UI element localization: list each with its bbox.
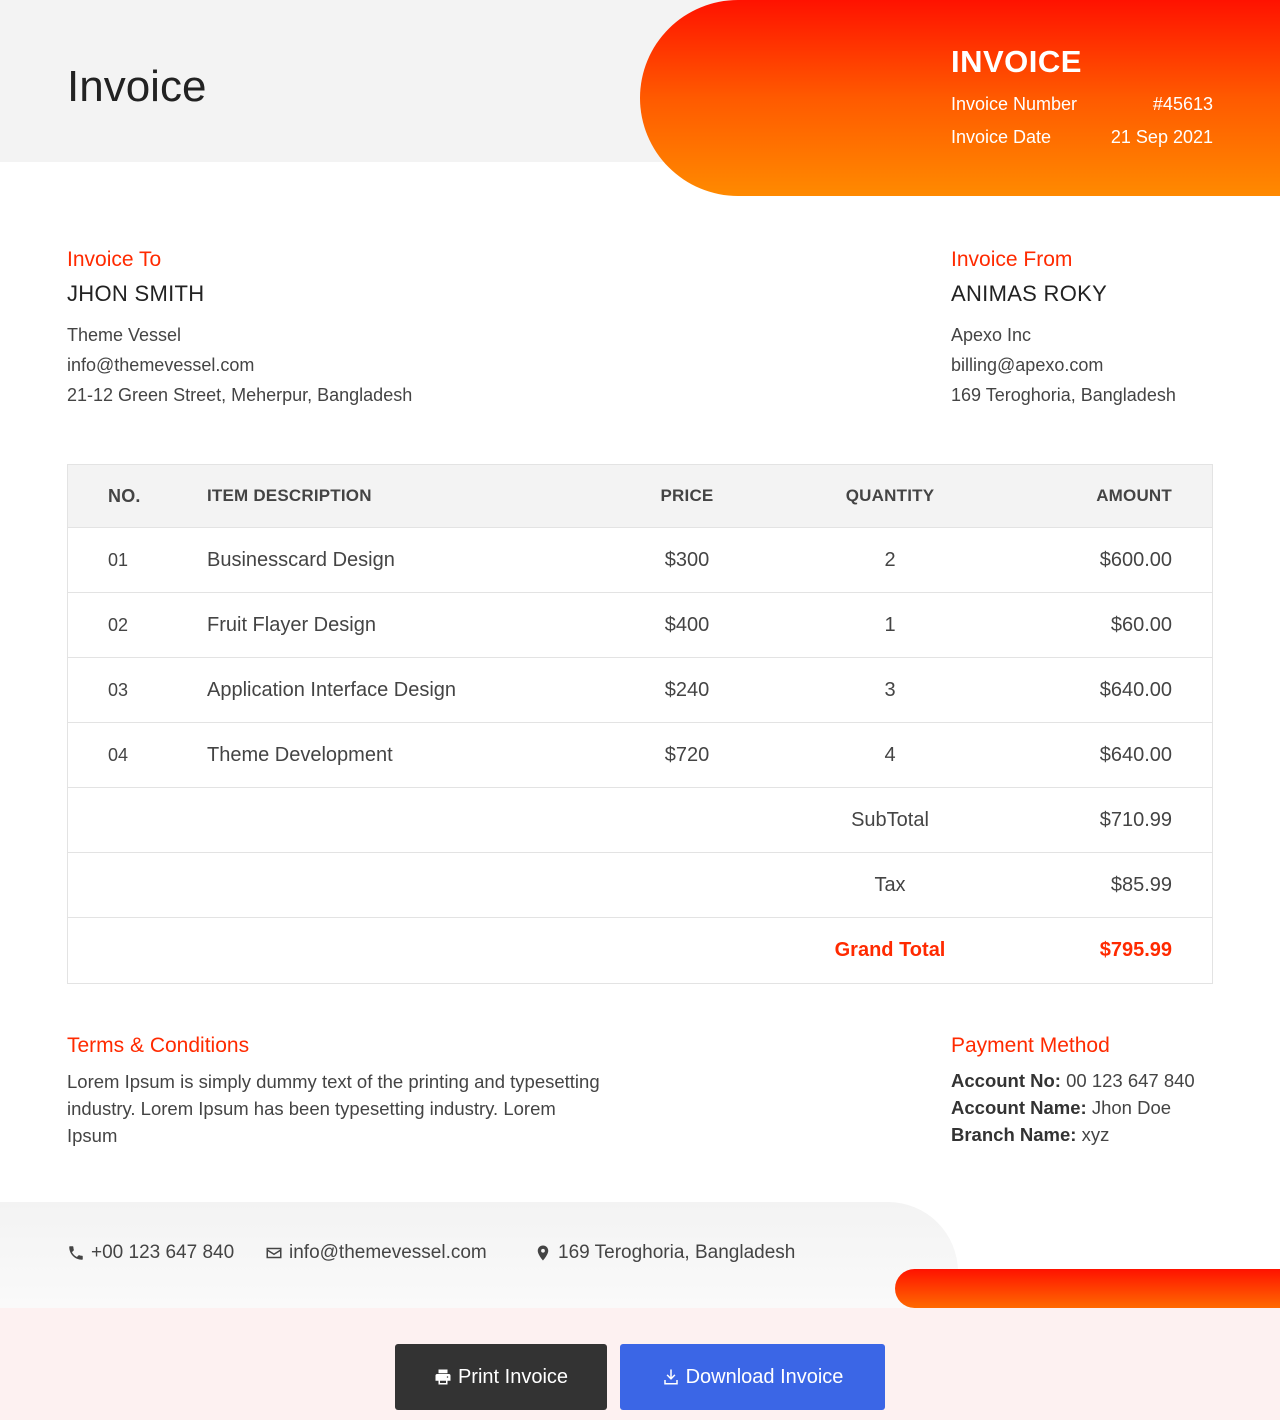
header-no: NO. (108, 485, 141, 506)
invoice-heading: INVOICE (951, 44, 1082, 79)
invoice-date-row: Invoice Date 21 Sep 2021 (951, 127, 1213, 148)
printer-icon (435, 1369, 451, 1385)
terms-text: Lorem Ipsum is simply dummy text of the … (67, 1071, 600, 1146)
account-no-label: Account No: (951, 1070, 1061, 1091)
header-description: ITEM DESCRIPTION (207, 486, 372, 505)
grand-total-value: $795.99 (1099, 939, 1172, 961)
row-amount: $640.00 (1099, 678, 1172, 701)
footer-email: info@themevessel.com (265, 1242, 487, 1264)
header-quantity: QUANTITY (845, 486, 935, 505)
phone-icon (69, 1246, 83, 1260)
header-price: PRICE (660, 486, 714, 505)
invoice-items-table: NO. ITEM DESCRIPTION PRICE QUANTITY AMOU… (67, 464, 1213, 984)
invoice-from-name: ANIMAS ROKY (951, 281, 1108, 306)
table-row: 01 Businesscard Design $300 2 $600.00 (68, 528, 1212, 593)
row-description: Businesscard Design (207, 548, 395, 571)
invoice-to-label: Invoice To (67, 248, 162, 271)
account-name-value: Jhon Doe (1086, 1097, 1172, 1118)
invoice-date-label: Invoice Date (951, 127, 1052, 147)
invoice-from-email: billing@apexo.com (951, 355, 1104, 375)
row-no: 03 (108, 679, 129, 700)
row-no: 01 (108, 549, 129, 570)
invoice-to-name: JHON SMITH (67, 281, 205, 306)
row-amount: $640.00 (1099, 743, 1172, 766)
row-description: Application Interface Design (207, 678, 457, 701)
subtotal-row: SubTotal $710.99 (68, 788, 1212, 853)
footer-phone: +00 123 647 840 (67, 1242, 234, 1264)
branch-name: Branch Name: xyz (951, 1124, 1109, 1146)
subtotal-value: $710.99 (1099, 808, 1172, 831)
row-quantity: 3 (884, 678, 896, 701)
grand-total-row: Grand Total $795.99 (68, 918, 1212, 983)
invoice-from-company: Apexo Inc (951, 325, 1032, 345)
print-invoice-button[interactable]: Print Invoice (395, 1344, 607, 1410)
print-invoice-label: Print Invoice (457, 1365, 569, 1388)
row-no: 04 (108, 744, 129, 765)
invoice-number-row: Invoice Number #45613 (951, 94, 1213, 115)
invoice-number-label: Invoice Number (951, 94, 1078, 114)
envelope-icon (266, 1247, 282, 1259)
download-invoice-label: Download Invoice (685, 1365, 844, 1388)
row-amount: $60.00 (1110, 613, 1172, 636)
header-amount: AMOUNT (1096, 486, 1172, 505)
invoice-from-address: 169 Teroghoria, Bangladesh (951, 385, 1176, 405)
footer-email-text: info@themevessel.com (289, 1242, 487, 1263)
table-row: 02 Fruit Flayer Design $400 1 $60.00 (68, 593, 1212, 658)
account-no-value: 00 123 647 840 (1060, 1070, 1195, 1091)
row-amount: $600.00 (1099, 548, 1172, 571)
terms-label: Terms & Conditions (67, 1034, 250, 1057)
map-marker-icon (537, 1245, 549, 1261)
page-title: Invoice (67, 62, 207, 111)
invoice-to-email: info@themevessel.com (67, 355, 255, 375)
branch-name-label: Branch Name: (951, 1124, 1077, 1145)
row-no: 02 (108, 614, 129, 635)
row-price: $400 (664, 613, 710, 636)
row-quantity: 2 (884, 548, 896, 571)
footer-phone-text: +00 123 647 840 (91, 1242, 235, 1263)
subtotal-label: SubTotal (851, 808, 929, 831)
footer-accent-bar (895, 1269, 1280, 1308)
account-name-label: Account Name: (951, 1097, 1087, 1118)
footer-address: 169 Teroghoria, Bangladesh (534, 1242, 795, 1264)
download-icon (663, 1369, 678, 1385)
row-quantity: 4 (884, 743, 896, 766)
row-description: Theme Development (207, 743, 393, 766)
payment-method-label: Payment Method (951, 1034, 1110, 1057)
account-no: Account No: 00 123 647 840 (951, 1070, 1195, 1092)
invoice-number-value: #45613 (1152, 94, 1213, 114)
tax-label: Tax (874, 873, 906, 896)
tax-row: Tax $85.99 (68, 853, 1212, 918)
row-quantity: 1 (884, 613, 896, 636)
row-price: $240 (664, 678, 710, 701)
invoice-date-value: 21 Sep 2021 (1110, 127, 1213, 147)
table-header-row: NO. ITEM DESCRIPTION PRICE QUANTITY AMOU… (68, 465, 1212, 528)
branch-name-value: xyz (1076, 1124, 1110, 1145)
row-price: $300 (664, 548, 710, 571)
table-row: 03 Application Interface Design $240 3 $… (68, 658, 1212, 723)
row-description: Fruit Flayer Design (207, 613, 376, 636)
grand-total-label: Grand Total (834, 939, 946, 961)
download-invoice-button[interactable]: Download Invoice (620, 1344, 885, 1410)
invoice-from-label: Invoice From (951, 248, 1073, 271)
invoice-to-company: Theme Vessel (67, 325, 182, 345)
tax-value: $85.99 (1110, 873, 1172, 896)
table-row: 04 Theme Development $720 4 $640.00 (68, 723, 1212, 788)
invoice-to-address: 21-12 Green Street, Meherpur, Bangladesh (67, 385, 413, 405)
account-name: Account Name: Jhon Doe (951, 1097, 1171, 1119)
invoice-sheet: Invoice INVOICE Invoice Number #45613 In… (0, 0, 1280, 1308)
row-price: $720 (664, 743, 710, 766)
footer-address-text: 169 Teroghoria, Bangladesh (558, 1242, 796, 1263)
